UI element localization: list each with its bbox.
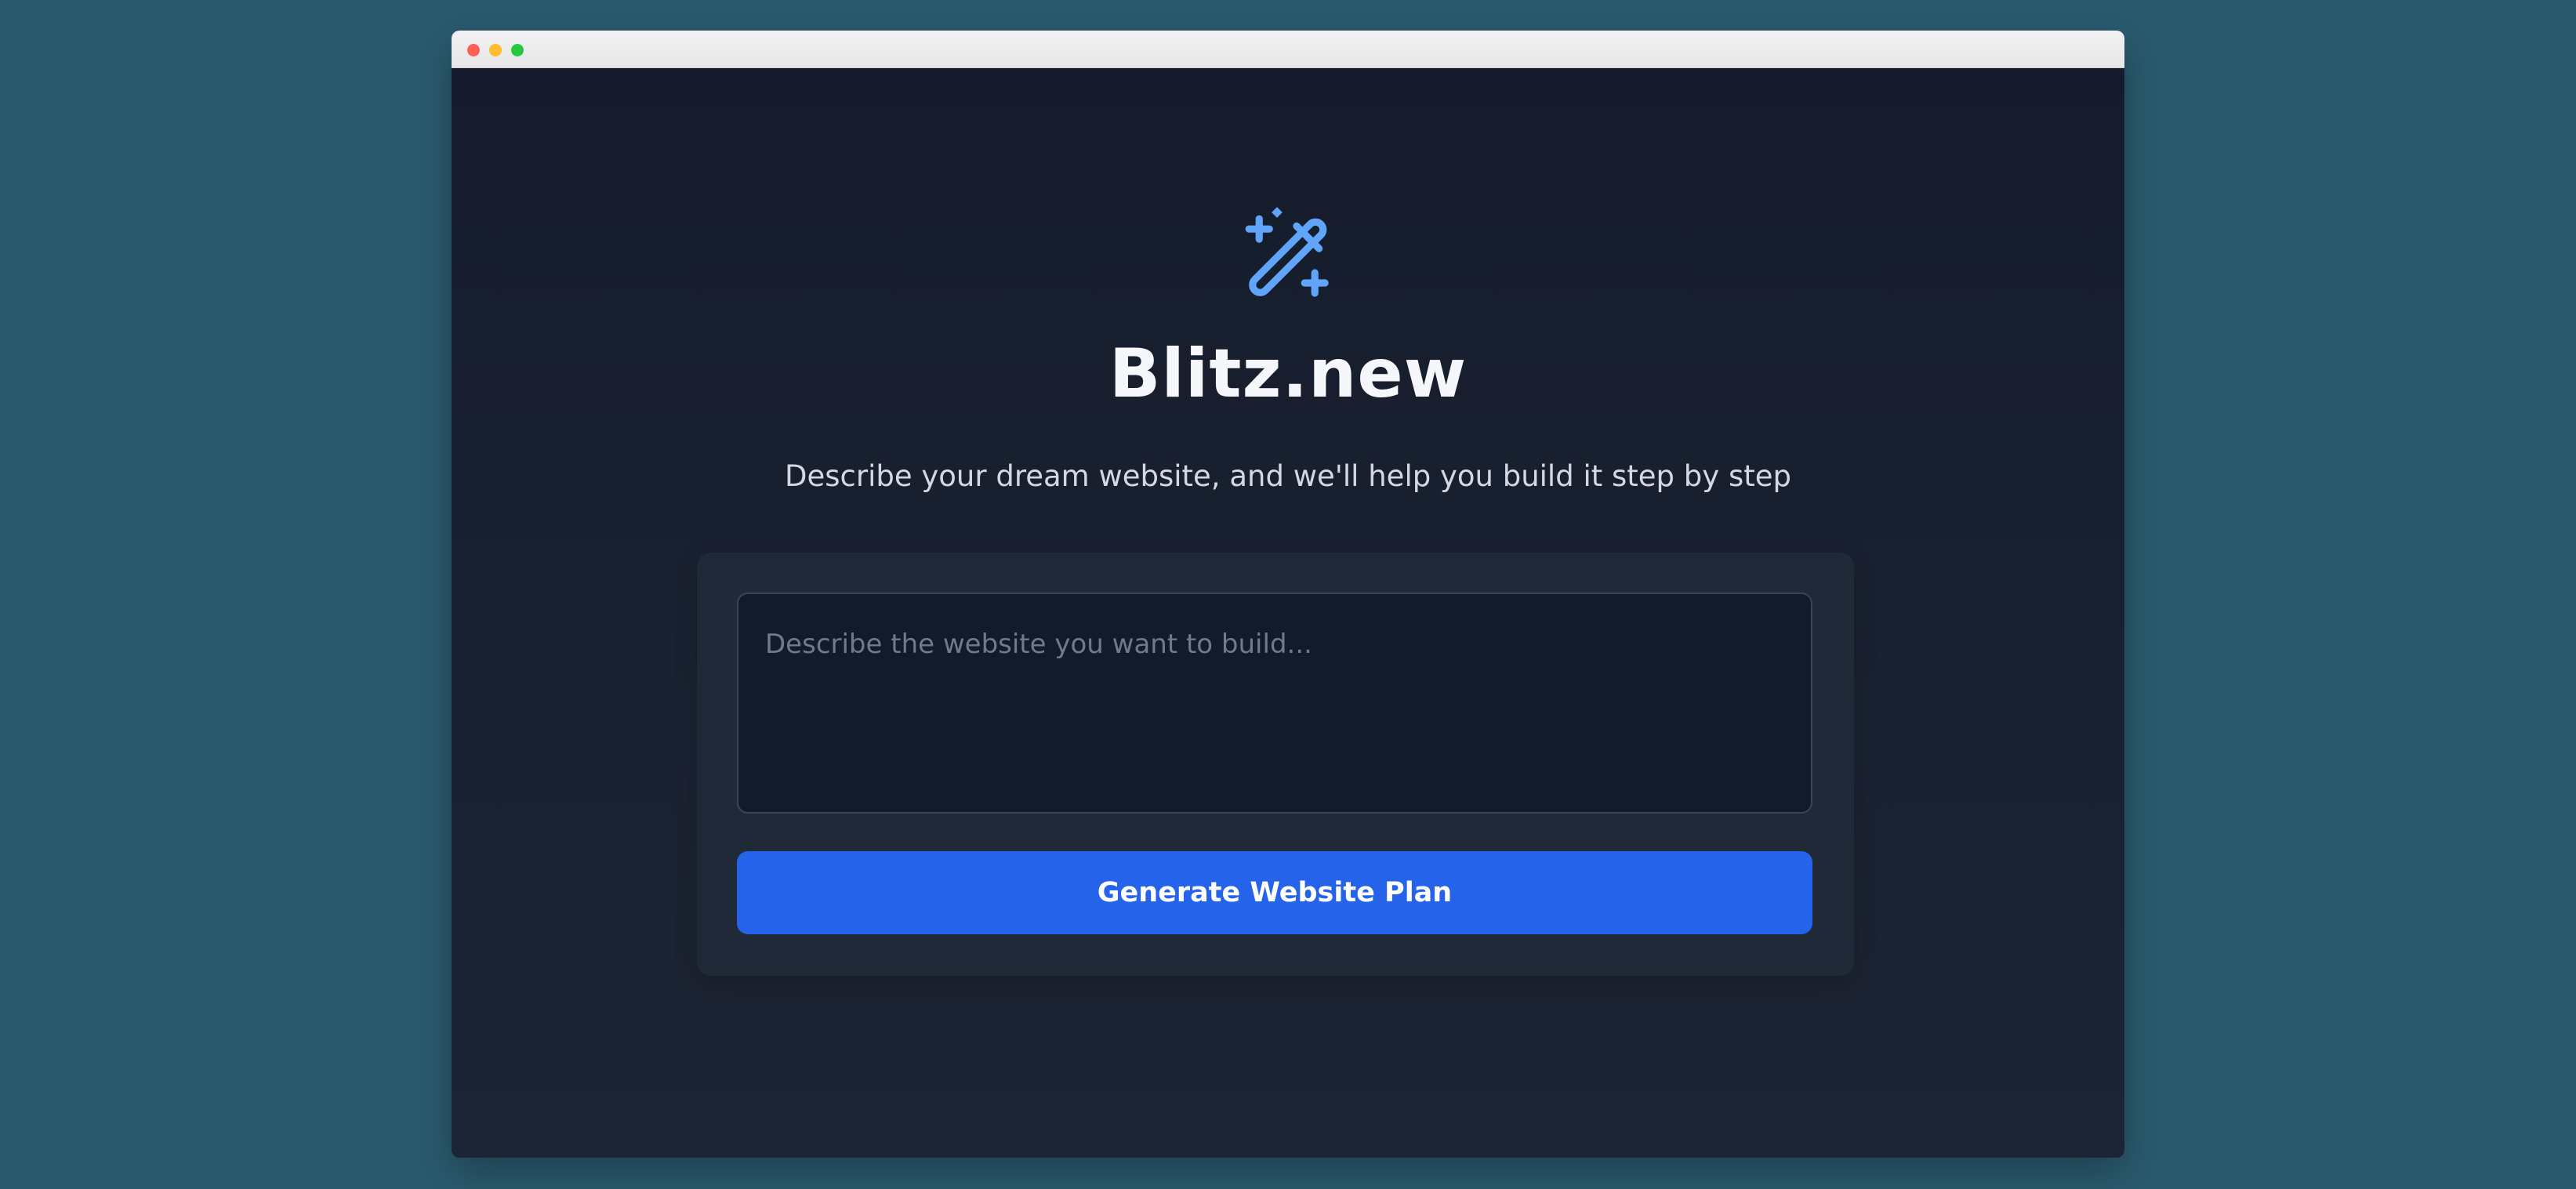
close-window-button[interactable] [467, 44, 480, 56]
website-description-input[interactable] [738, 594, 1811, 812]
window-titlebar [452, 31, 2124, 68]
prompt-field-wrapper [737, 593, 1812, 814]
maximize-window-button[interactable] [511, 44, 524, 56]
magic-wand-icon [1236, 207, 1338, 309]
page-title: Blitz.new [1108, 335, 1468, 413]
page-subtitle: Describe your dream website, and we'll h… [785, 459, 1791, 493]
app-window: Blitz.new Describe your dream website, a… [452, 31, 2124, 1158]
prompt-card: Generate Website Plan [697, 553, 1854, 976]
generate-website-plan-button[interactable]: Generate Website Plan [737, 851, 1812, 934]
minimize-window-button[interactable] [489, 44, 502, 56]
main-content: Blitz.new Describe your dream website, a… [452, 68, 2124, 1158]
